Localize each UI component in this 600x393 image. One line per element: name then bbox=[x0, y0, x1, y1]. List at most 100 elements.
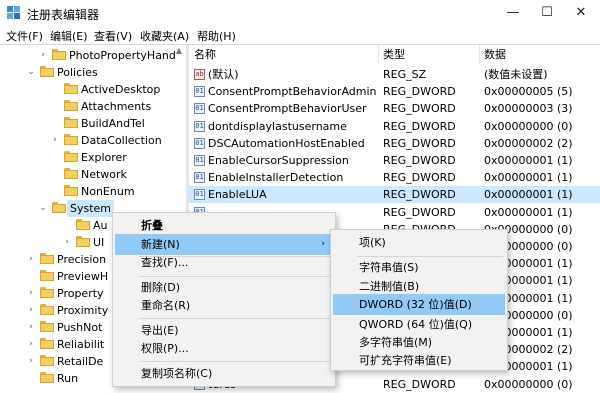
value-row[interactable]: ab (默认) REG_SZ (数值未设置) bbox=[189, 66, 600, 83]
menu-favorites[interactable]: 收藏夹(A) bbox=[140, 28, 189, 44]
column-separator[interactable] bbox=[479, 45, 480, 65]
value-data: 0x00000005 (5) bbox=[484, 85, 573, 99]
submenu-item-key[interactable]: 项(K) bbox=[333, 232, 505, 253]
menu-item-collapse[interactable]: 折叠 bbox=[115, 215, 333, 236]
tree-item[interactable]: BuildAndTel bbox=[0, 115, 186, 132]
expand-chevron-icon[interactable]: › bbox=[62, 234, 72, 251]
tree-item-label: RetailDe bbox=[57, 355, 104, 368]
minimize-button[interactable]: — bbox=[496, 0, 530, 26]
expand-chevron-icon[interactable]: › bbox=[26, 285, 36, 302]
tree-item-label: NonEnum bbox=[81, 185, 135, 198]
value-type: REG_DWORD bbox=[383, 205, 456, 219]
menu-separator bbox=[139, 318, 331, 319]
value-data: 0x00000001 (1) bbox=[484, 205, 573, 219]
value-type: REG_DWORD bbox=[383, 171, 456, 185]
tree-item-label: Reliabilit bbox=[57, 338, 105, 351]
tree-item[interactable]: NonEnum bbox=[0, 183, 186, 200]
menu-bar: 文件(F) 编辑(E) 查看(V) 收藏夹(A) 帮助(H) bbox=[0, 26, 600, 44]
tree-item-label: Attachments bbox=[81, 100, 152, 113]
value-name: ConsentPromptBehaviorAdmin bbox=[208, 85, 377, 99]
menu-item-rename[interactable]: 重命名(R) bbox=[115, 295, 333, 316]
tree-item[interactable]: ⌄ Policies bbox=[0, 64, 186, 81]
collapse-chevron-icon[interactable]: ⌄ bbox=[38, 200, 48, 217]
expand-chevron-icon[interactable]: › bbox=[26, 353, 36, 370]
folder-icon bbox=[40, 355, 54, 366]
menu-item-permissions[interactable]: 权限(P)... bbox=[115, 338, 333, 359]
submenu-item-expandable-string-value[interactable]: 可扩充字符串值(E) bbox=[333, 350, 505, 371]
value-row[interactable]: 01 EnableCursorSuppression REG_DWORD 0x0000… bbox=[189, 152, 600, 169]
maximize-button[interactable]: ☐ bbox=[530, 0, 564, 26]
value-name: EnableInstallerDetection bbox=[208, 171, 344, 185]
menu-item-label: 重命名(R) bbox=[141, 299, 191, 312]
binary-value-icon: 01 bbox=[194, 189, 205, 201]
folder-icon bbox=[40, 338, 54, 349]
value-row[interactable]: 01 EnableInstallerDetection REG_DWORD 0x000… bbox=[189, 169, 600, 186]
value-name: DSCAutomationHostEnabled bbox=[208, 136, 365, 150]
value-row[interactable]: 01 EnableLUA REG_DWORD 0x00000001 (1) bbox=[189, 186, 600, 204]
close-button[interactable]: ✕ bbox=[564, 0, 598, 26]
tree-item[interactable]: Attachments bbox=[0, 98, 186, 115]
menu-file[interactable]: 文件(F) bbox=[6, 28, 43, 44]
menu-help[interactable]: 帮助(H) bbox=[197, 28, 236, 44]
value-row[interactable]: 01 dontdisplaylastusername REG_DWORD 0x0000… bbox=[189, 118, 600, 135]
folder-icon bbox=[64, 117, 78, 128]
tree-item[interactable]: ActiveDesktop bbox=[0, 81, 186, 98]
tree-item[interactable]: › DataCollection bbox=[0, 132, 186, 149]
expand-chevron-icon[interactable]: › bbox=[26, 251, 36, 268]
menu-item-label: 项(K) bbox=[359, 236, 386, 249]
value-data: 0x00000003 (3) bbox=[484, 102, 573, 116]
column-header-name[interactable]: 名称 bbox=[194, 45, 216, 65]
tree-item[interactable]: › PhotoPropertyHand bbox=[0, 47, 186, 64]
expand-chevron-icon[interactable]: › bbox=[26, 302, 36, 319]
submenu-item-string-value[interactable]: 字符串值(S) bbox=[333, 257, 505, 278]
value-name: EnableCursorSuppression bbox=[208, 154, 349, 167]
scroll-up-icon[interactable]: ▲ bbox=[174, 46, 184, 56]
binary-value-icon: 01 bbox=[194, 137, 205, 149]
value-data: 0x00000002 (2) bbox=[484, 136, 573, 150]
menu-item-find[interactable]: 查找(F)... bbox=[115, 252, 333, 273]
value-data: 0x00000001 (1) bbox=[484, 171, 573, 185]
tree-item[interactable]: Explorer bbox=[0, 149, 186, 166]
folder-icon bbox=[76, 219, 90, 230]
string-value-icon: ab bbox=[194, 69, 205, 80]
column-separator[interactable] bbox=[378, 45, 379, 65]
menu-item-label: 复制项名称(C) bbox=[141, 367, 213, 380]
value-name: dontdisplaylastusername bbox=[208, 119, 347, 133]
value-row[interactable]: 01 DSCAutomationHostEnabled REG_DWORD 0x000… bbox=[189, 135, 600, 152]
folder-icon bbox=[64, 185, 78, 196]
expand-chevron-icon[interactable]: › bbox=[26, 336, 36, 353]
value-row[interactable]: 01 ConsentPromptBehaviorUser REG_DWORD 0x00… bbox=[189, 100, 600, 117]
folder-icon bbox=[64, 100, 78, 111]
expand-chevron-icon[interactable]: › bbox=[50, 132, 60, 149]
tree-item-label: PhotoPropertyHand bbox=[69, 49, 176, 62]
value-type: REG_DWORD bbox=[383, 188, 456, 202]
folder-icon bbox=[40, 253, 54, 264]
column-header-type[interactable]: 类型 bbox=[383, 45, 405, 65]
expand-chevron-icon[interactable]: › bbox=[38, 47, 48, 64]
menu-item-copy-key-name[interactable]: 复制项名称(C) bbox=[115, 363, 333, 384]
submenu-item-dword-value[interactable]: DWORD (32 位)值(D) bbox=[333, 294, 505, 315]
tree-item-label: Precision bbox=[57, 253, 107, 266]
value-data: (数值未设置) bbox=[484, 68, 548, 81]
menu-view[interactable]: 查看(V) bbox=[94, 28, 132, 44]
binary-value-icon: 01 bbox=[194, 172, 205, 184]
tree-item-label: Explorer bbox=[81, 151, 127, 164]
value-type: REG_DWORD bbox=[383, 119, 456, 133]
tree-item[interactable]: Network bbox=[0, 166, 186, 183]
value-row[interactable]: 01 ConsentPromptBehaviorAdmin REG_DWORD 0x0… bbox=[189, 83, 600, 100]
tree-item-label: UI bbox=[93, 236, 105, 249]
collapse-chevron-icon[interactable]: ⌄ bbox=[26, 64, 36, 81]
folder-icon bbox=[64, 151, 78, 162]
expand-chevron-icon[interactable]: › bbox=[26, 319, 36, 336]
menu-edit[interactable]: 编辑(E) bbox=[50, 28, 88, 44]
column-header-data[interactable]: 数据 bbox=[484, 45, 506, 65]
menu-item-label: 可扩充字符串值(E) bbox=[359, 354, 452, 367]
